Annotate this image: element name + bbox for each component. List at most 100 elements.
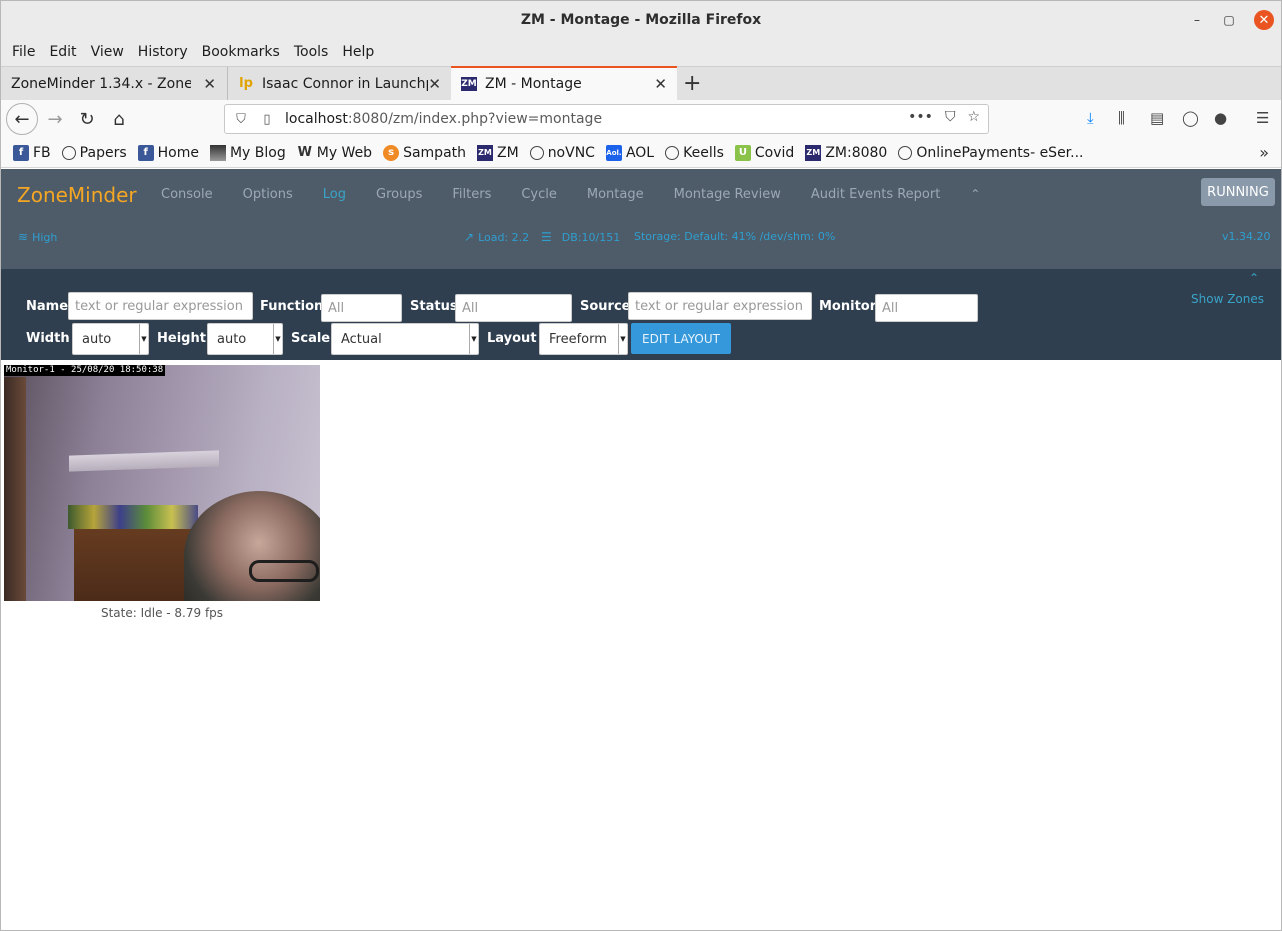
zoneminder-icon: ZM [805, 144, 822, 161]
new-tab-button[interactable]: + [683, 71, 701, 96]
function-filter-input[interactable]: All [321, 294, 402, 322]
menu-help[interactable]: Help [342, 44, 374, 60]
bookmark-zm[interactable]: ZM ZM [477, 144, 519, 161]
edit-layout-button[interactable]: EDIT LAYOUT [631, 323, 731, 354]
bookmark-keells[interactable]: Keells [665, 145, 724, 161]
database-icon: ☰ [541, 230, 552, 244]
download-icon[interactable]: ⤓ [1087, 109, 1094, 127]
zoneminder-icon: ZM [477, 144, 494, 161]
bookmarks-overflow-icon[interactable]: » [1259, 143, 1269, 162]
reload-button[interactable]: ↻ [73, 105, 101, 133]
width-label: Width [26, 331, 70, 346]
nav-cycle[interactable]: Cycle [521, 187, 557, 202]
zm-brand[interactable]: ZoneMinder [17, 183, 137, 207]
library-icon[interactable]: ⫼ [1118, 109, 1125, 127]
pocket-icon[interactable]: ⛉ [945, 109, 956, 125]
function-label: Function [260, 299, 324, 314]
tab-zoneminder-docs[interactable]: ZoneMinder 1.34.x - ZoneMinder ✕ [1, 67, 226, 100]
bookmark-papers[interactable]: Papers [61, 145, 127, 161]
sampath-icon: s [383, 144, 400, 161]
bookmark-sampath[interactable]: s Sampath [383, 144, 467, 161]
monitor-filter-input[interactable]: All [875, 294, 978, 322]
monitor-feed[interactable]: Monitor-1 - 25/08/20 18:50:38 [4, 365, 320, 601]
bookmark-covid[interactable]: U Covid [734, 144, 794, 161]
bookmark-my-web[interactable]: W My Web [297, 145, 373, 161]
source-label: Source [580, 299, 631, 314]
nav-montage-review[interactable]: Montage Review [674, 187, 781, 202]
bookmark-star-icon[interactable]: ☆ [967, 109, 980, 125]
menu-history[interactable]: History [138, 44, 188, 60]
nav-log[interactable]: Log [323, 187, 346, 202]
monitor-timestamp-overlay: Monitor-1 - 25/08/20 18:50:38 [4, 365, 166, 376]
url-text[interactable]: localhost:8080/zm/index.php?view=montage [285, 111, 602, 127]
zm-header: ZoneMinder Console Options Log Groups Fi… [1, 169, 1281, 269]
tab-zm-montage[interactable]: ZM ZM - Montage ✕ [451, 66, 677, 100]
covid-icon: U [734, 144, 751, 161]
url-bar[interactable]: ⛉ ▯ localhost:8080/zm/index.php?view=mon… [224, 104, 989, 134]
extension-icon[interactable]: ● [1214, 109, 1227, 127]
sidebar-icon[interactable]: ▤ [1150, 109, 1164, 127]
menu-file[interactable]: File [12, 44, 35, 60]
tab-launchpad[interactable]: lp Isaac Connor in Launchpad ✕ [227, 67, 451, 100]
nav-montage[interactable]: Montage [587, 187, 644, 202]
zoneminder-icon: ZM [461, 77, 477, 91]
bookmark-label: Sampath [403, 144, 467, 161]
show-zones-link[interactable]: Show Zones [1191, 292, 1264, 306]
shield-icon[interactable]: ⛉ [231, 112, 251, 127]
bookmark-zm-8080[interactable]: ZM ZM:8080 [805, 144, 887, 161]
menu-tools[interactable]: Tools [294, 44, 329, 60]
db-label: DB:10/151 [561, 230, 621, 244]
scale-select[interactable]: Actual ▼ [331, 323, 479, 355]
nav-console[interactable]: Console [161, 187, 213, 202]
width-select[interactable]: auto ▼ [72, 323, 149, 355]
storage-label: Storage: Default: 41% /dev/shm: 0% [634, 230, 836, 243]
collapse-filters-icon[interactable]: ⌃ [1249, 271, 1259, 285]
running-state-button[interactable]: RUNNING [1201, 178, 1275, 206]
collapse-nav-icon[interactable]: ⌃ [970, 187, 980, 202]
bookmark-aol[interactable]: Aol. AOL [605, 144, 654, 161]
minimize-button[interactable]: – [1187, 10, 1207, 30]
layout-select[interactable]: Freeform ▼ [539, 323, 628, 355]
nav-options[interactable]: Options [243, 187, 293, 202]
account-icon[interactable]: ◯ [1182, 109, 1199, 127]
close-tab-icon[interactable]: ✕ [428, 75, 441, 93]
dropdown-arrow-icon: ▼ [139, 324, 148, 354]
menu-view[interactable]: View [91, 44, 124, 60]
url-host: localhost [285, 111, 348, 127]
close-window-button[interactable]: ✕ [1254, 10, 1274, 30]
status-filter-input[interactable]: All [455, 294, 572, 322]
navigation-toolbar: ← → ↻ ⌂ ⛉ ▯ localhost:8080/zm/index.php?… [1, 100, 1281, 138]
back-button[interactable]: ← [6, 103, 38, 135]
height-select[interactable]: auto ▼ [207, 323, 283, 355]
bookmark-novnc[interactable]: noVNC [529, 145, 595, 161]
close-tab-icon[interactable]: ✕ [654, 75, 667, 93]
width-value: auto [82, 331, 112, 347]
camera-image-glasses [249, 560, 319, 582]
close-tab-icon[interactable]: ✕ [203, 75, 216, 93]
nav-groups[interactable]: Groups [376, 187, 422, 202]
maximize-button[interactable]: ▢ [1219, 10, 1239, 30]
bookmark-fb[interactable]: f FB [13, 144, 51, 161]
forward-button[interactable]: → [41, 105, 69, 133]
menu-edit[interactable]: Edit [49, 44, 76, 60]
bandwidth-status[interactable]: ≋ High [18, 230, 57, 244]
bookmark-label: OnlinePayments- eSer... [916, 144, 1084, 161]
tab-label: ZM - Montage [485, 76, 582, 92]
bookmark-home[interactable]: f Home [137, 144, 199, 161]
camera-image-items [68, 505, 198, 529]
page-info-icon[interactable]: ▯ [257, 112, 277, 127]
nav-filters[interactable]: Filters [452, 187, 491, 202]
home-button[interactable]: ⌂ [105, 105, 133, 133]
page-actions-icon[interactable]: ••• [908, 109, 933, 125]
hamburger-menu-icon[interactable]: ☰ [1256, 109, 1269, 127]
menu-bookmarks[interactable]: Bookmarks [202, 44, 280, 60]
dropdown-arrow-icon: ▼ [273, 324, 282, 354]
bookmark-online-payments[interactable]: OnlinePayments- eSer... [898, 144, 1084, 161]
name-filter-input[interactable]: text or regular expression [68, 292, 253, 320]
source-filter-input[interactable]: text or regular expression [628, 292, 812, 320]
nav-audit-events-report[interactable]: Audit Events Report [811, 187, 940, 202]
name-label: Name [26, 299, 69, 314]
bookmark-my-blog[interactable]: My Blog [209, 144, 286, 161]
version-label: v1.34.20 [1222, 230, 1271, 243]
load-status: ↗ Load: 2.2 [464, 230, 529, 244]
